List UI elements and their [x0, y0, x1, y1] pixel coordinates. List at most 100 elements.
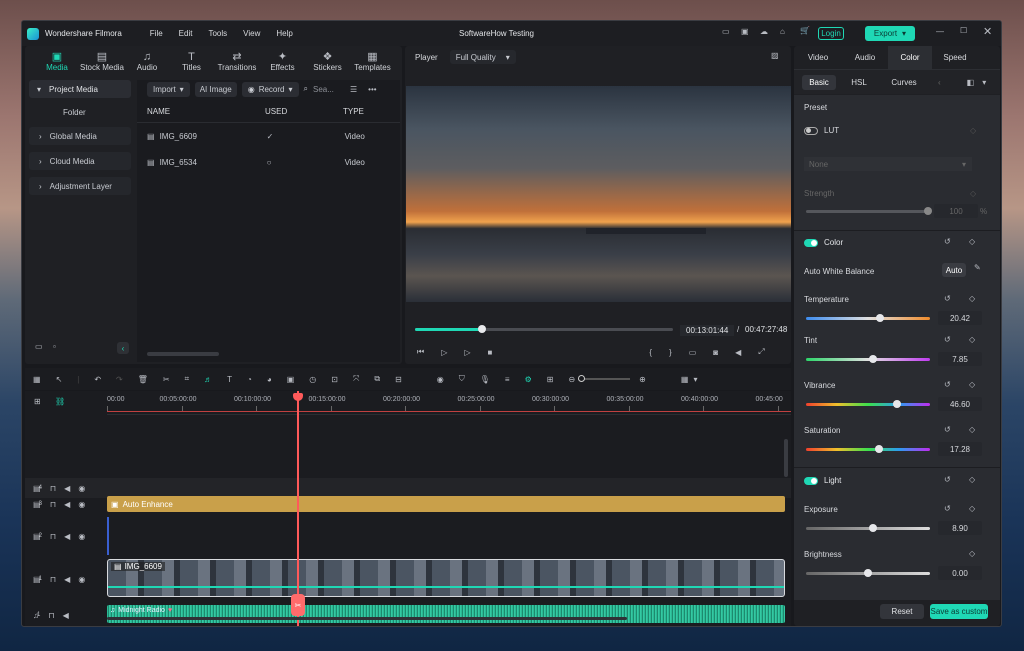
mark-in-icon[interactable]: { [649, 348, 652, 357]
chevron-down-icon[interactable]: ▾ [982, 78, 986, 87]
reset-icon[interactable]: ↺ [944, 335, 951, 344]
saturation-value[interactable]: 17.28 [938, 442, 982, 456]
save-as-custom-button[interactable]: Save as custom [930, 604, 988, 619]
column-used[interactable]: USED [265, 107, 343, 116]
speaker-icon[interactable]: ◀ [64, 532, 70, 541]
vibrance-value[interactable]: 46.60 [938, 397, 982, 411]
lock-icon[interactable]: ⊓ [50, 532, 56, 541]
layout-icon[interactable]: ▭ [722, 27, 730, 36]
play-frame-icon[interactable]: ▷ [441, 348, 447, 357]
strength-keyframe-icon[interactable]: ◇ [970, 189, 976, 198]
horizontal-scrollbar[interactable] [147, 352, 219, 356]
search-input[interactable]: Sea... [313, 85, 337, 94]
subtab-hsl[interactable]: HSL [840, 75, 878, 90]
exposure-slider[interactable] [806, 524, 930, 532]
menu-edit[interactable]: Edit [179, 29, 193, 38]
speaker-icon[interactable]: ◀ [64, 484, 70, 493]
folder-icon[interactable]: ▫ [53, 342, 56, 351]
tab-stock-media[interactable]: ▤ Stock Media [79, 50, 125, 72]
tint-knob[interactable] [868, 355, 877, 363]
scissors-icon[interactable]: ✂ [163, 375, 170, 384]
reset-button[interactable]: Reset [880, 604, 924, 619]
layout-grid-icon[interactable]: ▦ [681, 375, 689, 384]
subtab-basic[interactable]: Basic [802, 74, 836, 90]
tab-media[interactable]: ▣ Media [35, 50, 79, 72]
timer-icon[interactable]: ◷ [309, 375, 316, 384]
maximize-icon[interactable]: ☐ [960, 26, 967, 35]
play-icon[interactable]: ▷ [464, 348, 470, 357]
strength-slider[interactable] [806, 207, 932, 215]
redo-icon[interactable]: ↷ [116, 375, 123, 384]
minimize-icon[interactable]: — [936, 27, 944, 36]
zoom-crop-icon[interactable]: ⤧ [353, 374, 359, 384]
compare-icon[interactable]: ◧ [967, 78, 975, 87]
menu-tools[interactable]: Tools [208, 29, 227, 38]
keyframe-icon[interactable]: ◇ [969, 425, 975, 434]
column-name[interactable]: NAME [147, 107, 265, 116]
grid-icon[interactable]: ▦ [33, 375, 41, 384]
temperature-value[interactable]: 20.42 [938, 311, 982, 325]
sidebar-item-global-media[interactable]: › Global Media [29, 127, 131, 145]
add-track-icon[interactable]: ⊞ [34, 397, 41, 406]
timeline-horizontal-scrollbar[interactable] [107, 617, 627, 620]
new-folder-icon[interactable]: ▭ [35, 342, 43, 351]
close-icon[interactable]: ✕ [983, 25, 992, 38]
cloud-icon[interactable]: ☁ [760, 27, 768, 36]
reset-icon[interactable]: ↺ [944, 425, 951, 434]
export-button[interactable]: Export ▾ [865, 26, 915, 41]
keyframe-icon[interactable]: ◇ [969, 549, 975, 558]
strength-value[interactable]: 100 [934, 204, 978, 218]
tab-templates[interactable]: ▦ Templates [350, 50, 395, 72]
eye-icon[interactable]: ◉ [78, 484, 85, 493]
reset-icon[interactable]: ↺ [944, 475, 951, 484]
lock-icon[interactable]: ⊓ [50, 484, 56, 493]
menu-view[interactable]: View [243, 29, 260, 38]
auto-wb-button[interactable]: Auto [942, 263, 966, 277]
tab-color[interactable]: Color [888, 45, 932, 70]
prev-frame-icon[interactable]: ⏮ [417, 347, 424, 357]
tab-transitions[interactable]: ⇄ Transitions [214, 50, 260, 72]
subtitle-icon[interactable]: ⊞ [547, 375, 554, 384]
tab-titles[interactable]: T Titles [169, 51, 214, 72]
mark-out-icon[interactable]: } [669, 348, 672, 357]
tab-speed[interactable]: Speed [932, 53, 978, 62]
zoom-out-icon[interactable]: ⊖ [568, 375, 575, 384]
saturation-knob[interactable] [875, 445, 884, 453]
keyframe-icon[interactable]: ◇ [969, 237, 975, 246]
reset-icon[interactable]: ↺ [944, 504, 951, 513]
snapshot-icon[interactable]: ▨ [771, 51, 779, 60]
tab-audio-props[interactable]: Audio [842, 53, 888, 62]
subtab-curves[interactable]: Curves [882, 75, 926, 90]
stop-icon[interactable]: ■ [488, 348, 493, 357]
keyframe-icon[interactable]: ◇ [969, 504, 975, 513]
saturation-slider[interactable] [806, 445, 930, 453]
save-icon[interactable]: ▣ [741, 27, 749, 36]
lock-icon[interactable]: ⊓ [48, 611, 54, 620]
tab-audio[interactable]: ♫ Audio [125, 51, 169, 72]
speaker-icon[interactable]: ◀ [64, 500, 70, 509]
reset-icon[interactable]: ↺ [944, 294, 951, 303]
vibrance-knob[interactable] [892, 400, 901, 408]
keyframe-icon[interactable]: ◇ [969, 380, 975, 389]
zoom-slider[interactable] [578, 375, 631, 382]
text-tool-icon[interactable]: T [227, 375, 232, 384]
keyframe-icon[interactable]: ◇ [969, 475, 975, 484]
quality-select[interactable]: Full Quality ▾ [449, 50, 516, 64]
video-clip[interactable]: ▤ IMG_6609 [107, 559, 785, 597]
menu-help[interactable]: Help [276, 29, 292, 38]
video-preview[interactable] [406, 86, 791, 302]
zoom-in-icon[interactable]: ⊕ [639, 375, 646, 384]
color-palette-icon[interactable]: ◕ [267, 375, 272, 384]
sidebar-item-adjustment-layer[interactable]: › Adjustment Layer [29, 177, 131, 195]
monitor-icon[interactable]: ▭ [689, 348, 697, 357]
filter-icon[interactable]: ☰ [350, 85, 357, 94]
list-icon[interactable]: ≡ [505, 375, 510, 384]
green-screen-icon[interactable]: ▣ [287, 375, 295, 384]
record-button[interactable]: ◉ Record ▾ [241, 81, 299, 97]
shield-icon[interactable]: ⛉ [459, 374, 465, 384]
snap-icon[interactable]: ⚙ [525, 375, 532, 384]
tint-value[interactable]: 7.85 [938, 352, 982, 366]
pointer-icon[interactable]: ↖ [56, 375, 63, 384]
mic-icon[interactable]: 🎙 [480, 375, 490, 384]
split-audio-icon[interactable]: ⊟ [395, 375, 402, 384]
